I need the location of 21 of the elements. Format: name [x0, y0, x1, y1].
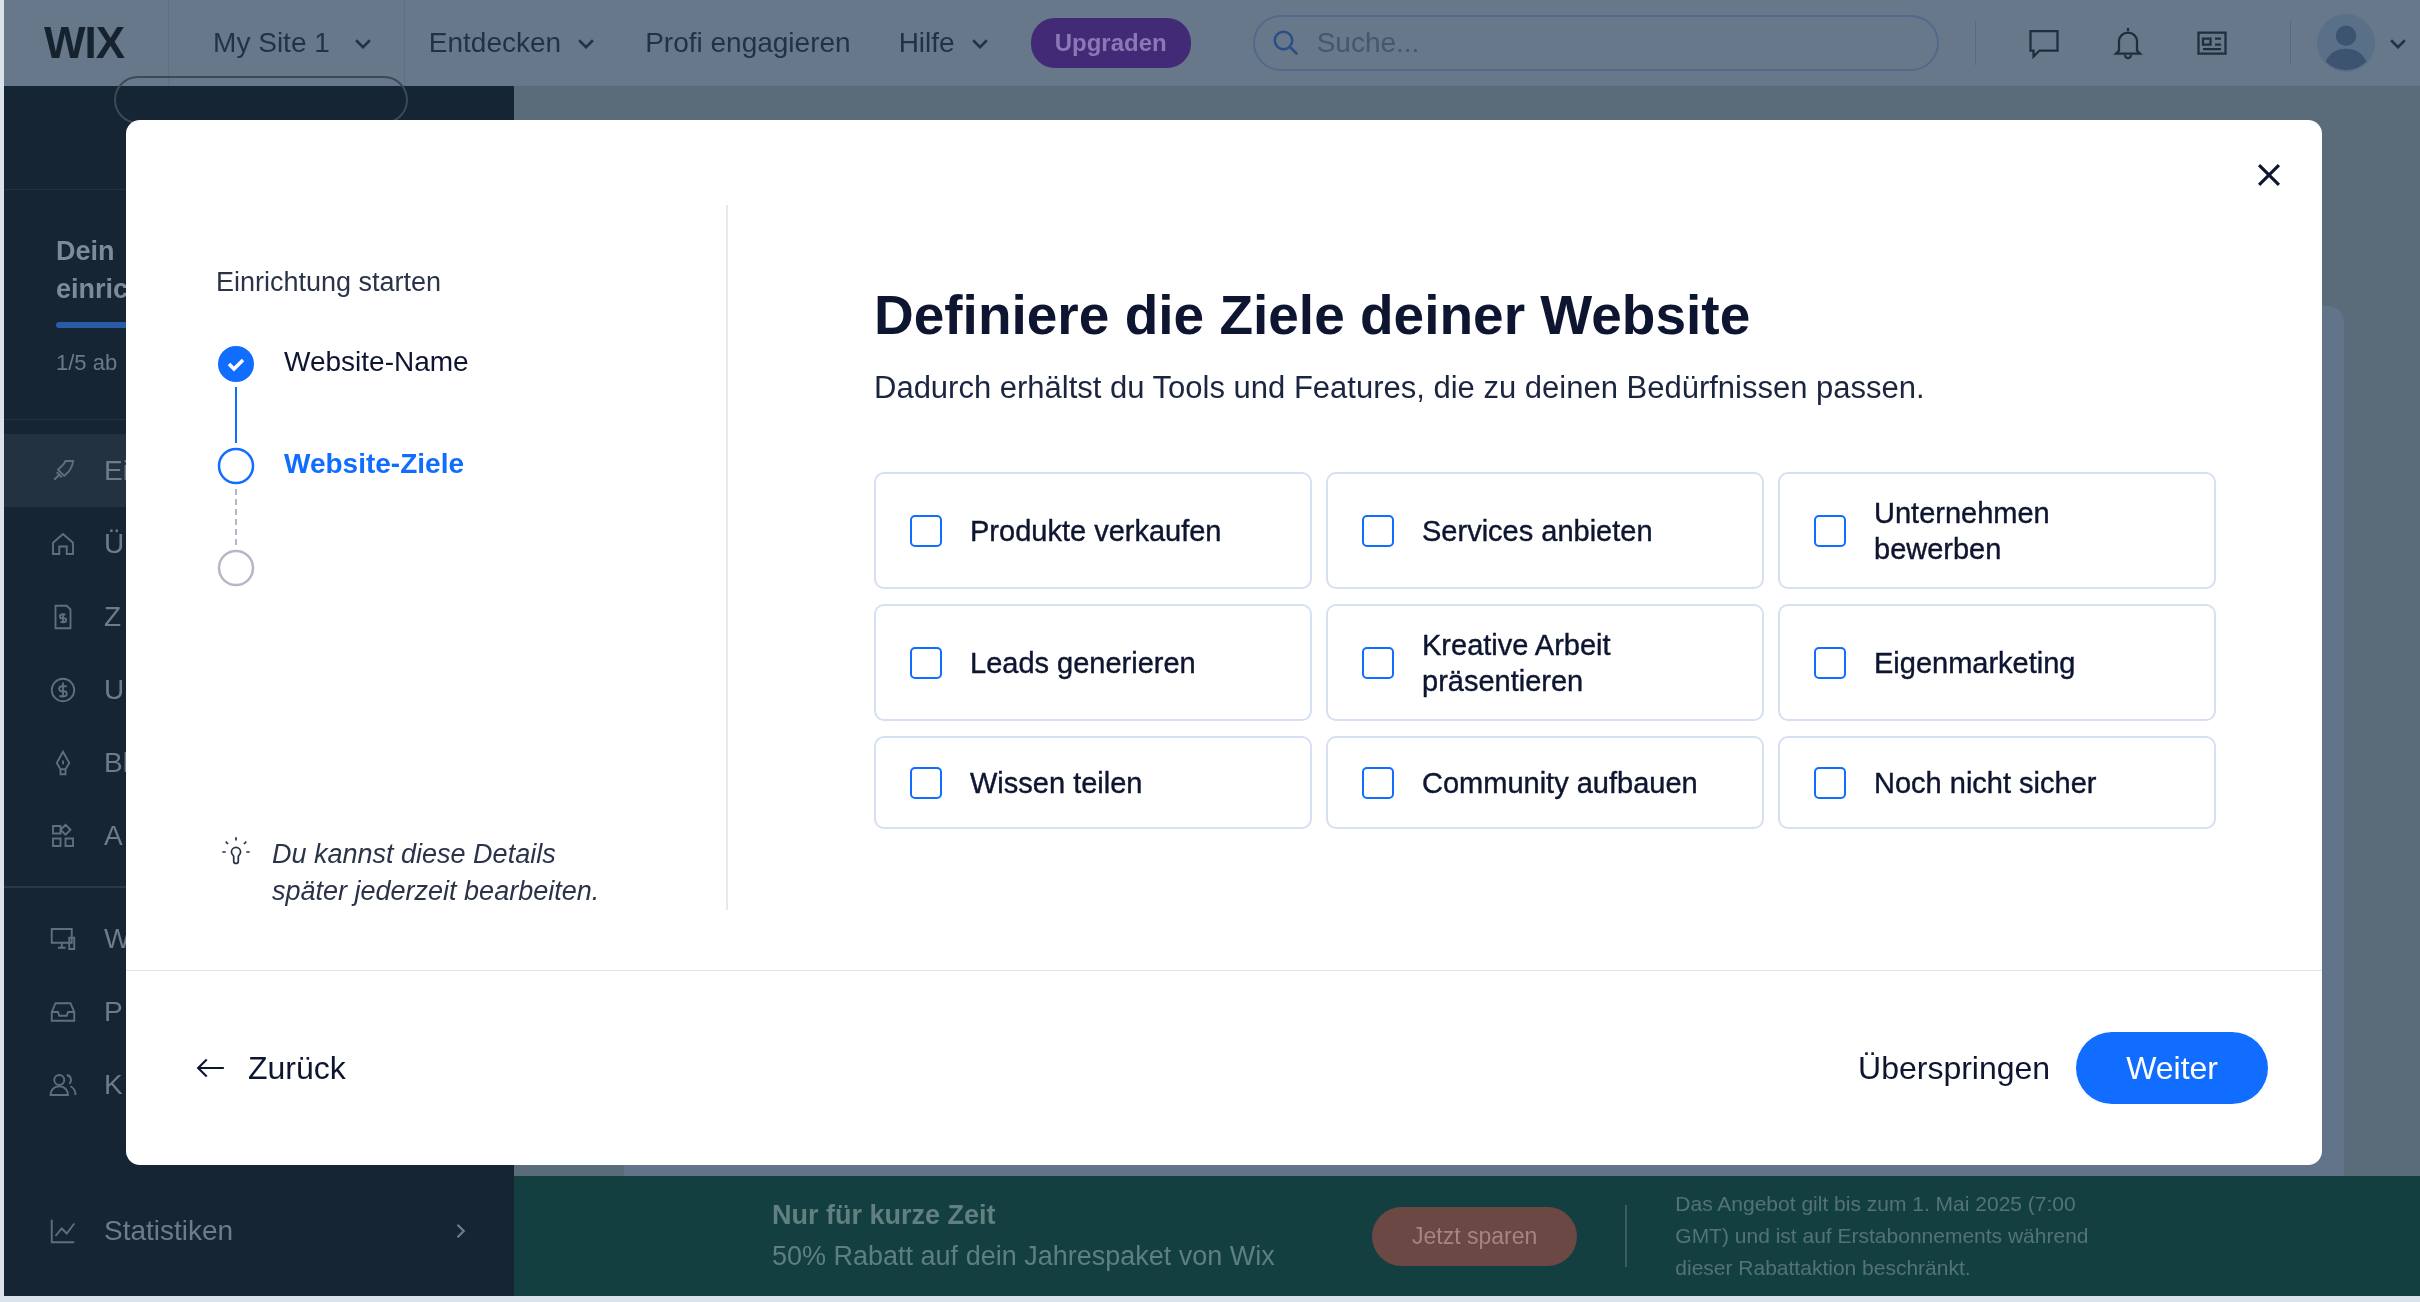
setup-title: einric [56, 273, 129, 306]
promo-terms: Das Angebot gilt bis zum 1. Mai 2025 (7:00 GMT) und ist auf Erstabonnements während dieser Rabattaktion beschränkt. [1675, 1191, 2090, 1281]
goal-label: Leads generieren [970, 645, 1196, 681]
dialog-subtitle: Dadurch erhältst du Tools und Features, die zu deinen Bedürfnissen passen. [874, 370, 1926, 406]
steps-title: Einrichtung starten [216, 267, 443, 298]
progress-text: 1/5 ab [56, 350, 118, 376]
goal-label: Eigenmarketing [1874, 645, 2076, 681]
goal-label: Noch nicht sicher [1874, 765, 2097, 801]
goal-label: Services anbieten [1422, 513, 1653, 549]
goal-label: Community aufbauen [1422, 765, 1698, 801]
goal-label: Produkte verkaufen [970, 513, 1222, 549]
goal-label: Unternehmen bewerben [1874, 495, 2051, 567]
dialog-title: Definiere die Ziele deiner Website [874, 283, 1752, 348]
goal-label: Kreative Arbeit präsentieren [1422, 627, 1612, 699]
step-label: Website-Ziele [284, 447, 464, 481]
setup-title: Dein [56, 235, 115, 268]
hint-text: Du kannst diese Details später jederzeit bearbeiten. [272, 838, 601, 908]
step-label: Website-Name [284, 345, 469, 379]
promo-subtitle: 50% Rabatt auf dein Jahrespaket von Wix [772, 1241, 1276, 1272]
promo-title: Nur für kurze Zeit [772, 1200, 997, 1231]
goal-label: Wissen teilen [970, 765, 1143, 801]
